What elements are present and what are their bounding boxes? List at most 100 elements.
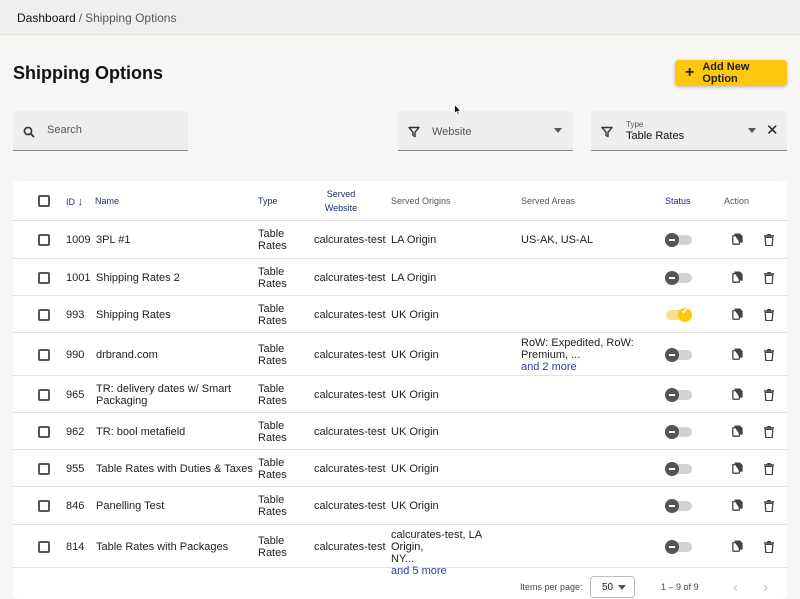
- row-checkbox[interactable]: [38, 425, 50, 438]
- table-row[interactable]: 990 drbrand.com Table Rates calcurates-test …: [13, 333, 787, 376]
- breadcrumb: Dashboard / Shipping Options: [17, 11, 176, 25]
- row-name[interactable]: 3PL #1: [96, 234, 130, 246]
- header-status[interactable]: Status: [665, 196, 691, 206]
- table-row[interactable]: 965 TR: delivery dates w/ Smart Packaging T…: [13, 376, 787, 413]
- status-toggle[interactable]: [665, 539, 692, 554]
- copy-icon[interactable]: [732, 498, 743, 516]
- trash-icon[interactable]: [764, 348, 774, 366]
- row-type: Table Rates: [258, 265, 287, 290]
- type-filter-value: Table Rates: [626, 130, 685, 142]
- trash-icon[interactable]: [764, 540, 774, 558]
- close-icon[interactable]: ✕: [766, 123, 779, 138]
- toggle-knob: [665, 387, 679, 402]
- row-name[interactable]: Table Rates with Duties & Taxes: [96, 463, 253, 475]
- row-served-origins: LA Origin: [391, 271, 437, 284]
- chevron-left-icon[interactable]: ‹: [733, 580, 738, 595]
- copy-icon[interactable]: [732, 424, 743, 442]
- status-toggle[interactable]: [665, 387, 692, 402]
- row-served-website: calcurates-test: [314, 348, 386, 361]
- table-row[interactable]: 814 Table Rates with Packages Table Rates ca…: [13, 525, 787, 577]
- row-name[interactable]: TR: delivery dates w/ Smart Packaging: [96, 383, 246, 407]
- status-toggle[interactable]: [665, 424, 692, 439]
- row-checkbox[interactable]: [38, 308, 50, 321]
- table-row[interactable]: 993 Shipping Rates Table Rates calcurates-te…: [13, 296, 787, 333]
- row-served-website: calcurates-test: [314, 308, 386, 321]
- row-checkbox[interactable]: [38, 388, 50, 401]
- copy-icon[interactable]: [732, 539, 743, 557]
- header-type[interactable]: Type: [258, 196, 278, 206]
- row-served-origins: UK Origin: [391, 425, 439, 438]
- trash-icon[interactable]: [764, 499, 774, 517]
- toggle-knob: [665, 424, 679, 439]
- select-all-checkbox[interactable]: [38, 195, 50, 207]
- add-new-option-label: Add New Option: [702, 61, 750, 85]
- add-new-option-button[interactable]: + Add New Option: [675, 60, 787, 86]
- areas-more-link[interactable]: and 2 more: [521, 361, 651, 373]
- items-per-page-label: Items per page:: [520, 582, 583, 592]
- header-id[interactable]: ID ↓: [66, 196, 83, 208]
- trash-icon[interactable]: [764, 233, 774, 251]
- row-served-website: calcurates-test: [314, 425, 386, 438]
- row-id: 993: [66, 308, 85, 321]
- chevron-down-icon: [554, 128, 562, 133]
- breadcrumb-dashboard-link[interactable]: Dashboard: [17, 11, 76, 25]
- row-type: Table Rates: [258, 456, 287, 481]
- row-served-website: calcurates-test: [314, 462, 386, 475]
- copy-icon[interactable]: [732, 270, 743, 288]
- plus-icon: +: [685, 64, 695, 81]
- trash-icon[interactable]: [764, 425, 774, 443]
- filter-icon: [601, 125, 613, 143]
- status-toggle[interactable]: [665, 347, 692, 362]
- status-toggle[interactable]: [665, 233, 692, 247]
- status-toggle[interactable]: [665, 461, 692, 476]
- table-row[interactable]: 1001 Shipping Rates 2 Table Rates calcurates…: [13, 259, 787, 296]
- trash-icon[interactable]: [764, 308, 774, 326]
- row-name[interactable]: Table Rates with Packages: [96, 541, 228, 553]
- top-bar: Dashboard / Shipping Options: [0, 0, 800, 35]
- row-checkbox[interactable]: [38, 271, 50, 284]
- mouse-cursor-icon: [454, 103, 462, 121]
- header-served-website[interactable]: Served Website: [309, 189, 373, 213]
- copy-icon[interactable]: [732, 307, 743, 325]
- table-row[interactable]: 955 Table Rates with Duties & Taxes Table R…: [13, 450, 787, 487]
- row-checkbox[interactable]: [38, 540, 50, 553]
- row-served-website: calcurates-test: [314, 271, 386, 284]
- trash-icon[interactable]: [764, 271, 774, 289]
- row-served-origins: UK Origin: [391, 500, 439, 512]
- row-id: 990: [66, 348, 85, 361]
- chevron-right-icon[interactable]: ›: [763, 580, 768, 595]
- row-name[interactable]: drbrand.com: [96, 349, 158, 361]
- row-checkbox[interactable]: [38, 348, 50, 361]
- copy-icon[interactable]: [732, 461, 743, 479]
- row-type: Table Rates: [258, 382, 287, 407]
- trash-icon[interactable]: [764, 388, 774, 406]
- website-filter[interactable]: Website: [398, 111, 573, 151]
- items-per-page-select[interactable]: 50: [590, 576, 635, 598]
- row-name[interactable]: Shipping Rates: [96, 309, 171, 321]
- trash-icon[interactable]: [764, 462, 774, 480]
- row-checkbox[interactable]: [38, 500, 50, 512]
- type-filter[interactable]: Type Table Rates ✕: [591, 111, 787, 151]
- row-checkbox[interactable]: [38, 462, 50, 475]
- table-row[interactable]: 846 Panelling Test Table Rates calcurates-te…: [13, 487, 787, 525]
- copy-icon[interactable]: [732, 232, 743, 250]
- table-row[interactable]: 962 TR: bool metafield Table Rates calcurate…: [13, 413, 787, 450]
- search-input[interactable]: [47, 119, 182, 141]
- status-toggle[interactable]: [665, 499, 692, 513]
- header-name[interactable]: Name: [95, 196, 119, 206]
- table-row[interactable]: 1009 3PL #1 Table Rates calcurates-test LA O…: [13, 221, 787, 259]
- header-action: Action: [724, 196, 750, 206]
- row-checkbox[interactable]: [38, 234, 50, 246]
- row-name[interactable]: Panelling Test: [96, 500, 164, 512]
- copy-icon[interactable]: [732, 347, 743, 365]
- row-served-origins: UK Origin: [391, 462, 439, 475]
- status-toggle[interactable]: [665, 270, 692, 285]
- search-field[interactable]: [13, 111, 188, 151]
- row-name[interactable]: TR: bool metafield: [96, 426, 185, 438]
- origins-more-link[interactable]: and 5 more: [391, 565, 516, 577]
- copy-icon[interactable]: [732, 387, 743, 405]
- row-name[interactable]: Shipping Rates 2: [96, 272, 180, 284]
- row-type: Table Rates: [258, 534, 287, 559]
- status-toggle[interactable]: [666, 306, 692, 322]
- row-served-areas: US-AK, US-AL: [521, 234, 594, 246]
